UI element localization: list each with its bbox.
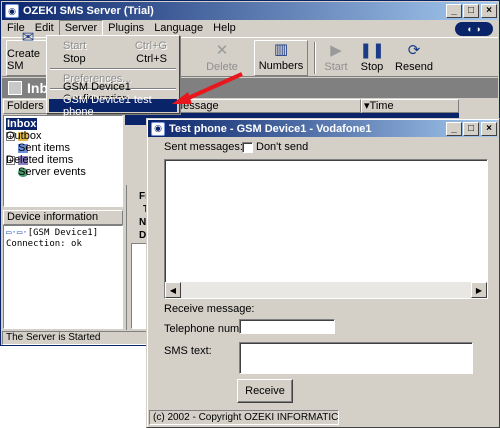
test-phone-dialog: ◉ Test phone - GSM Device1 - Vodafone1 _… bbox=[146, 118, 500, 428]
resend-button[interactable]: ⟳ Resend bbox=[394, 40, 434, 76]
dont-send-label: Don't send bbox=[256, 141, 309, 153]
delete-icon: ✕ bbox=[215, 42, 229, 59]
stop-button[interactable]: ❚❚ Stop bbox=[356, 40, 388, 76]
column-message[interactable]: Message bbox=[171, 99, 361, 113]
device-connection: Connection: ok bbox=[6, 239, 82, 249]
sms-text-input[interactable] bbox=[239, 342, 473, 374]
numbers-button[interactable]: ▥ Numbers bbox=[254, 40, 308, 76]
app-icon: ◉ bbox=[5, 4, 19, 18]
resend-icon: ⟳ bbox=[407, 42, 421, 59]
server-menu-dropdown: Start Ctrl+G Stop Ctrl+S Preferences... … bbox=[46, 35, 180, 118]
scroll-left-icon[interactable]: ◀ bbox=[165, 282, 181, 298]
folder-outbox[interactable]: + Outbox bbox=[6, 130, 41, 142]
telephone-input[interactable] bbox=[239, 319, 335, 334]
dialog-title: Test phone - GSM Device1 - Vodafone1 bbox=[169, 122, 372, 135]
dialog-status-bar: (c) 2002 - Copyright OZEKI INFORMATICS L… bbox=[149, 410, 339, 425]
device-name: [GSM Device1] bbox=[27, 228, 99, 238]
status-bar: The Server is Started bbox=[2, 331, 148, 345]
dont-send-checkbox[interactable] bbox=[242, 142, 253, 153]
menu-item-start[interactable]: Start Ctrl+G bbox=[49, 39, 177, 52]
menu-separator bbox=[50, 68, 176, 70]
create-sms-button[interactable]: ✉ Create SM bbox=[6, 30, 50, 76]
main-titlebar[interactable]: ◉ OZEKI SMS Server (Trial) _ □ × bbox=[2, 2, 498, 20]
sms-text-label: SMS text: bbox=[164, 345, 212, 357]
toolbar-separator bbox=[314, 42, 316, 74]
menu-help[interactable]: Help bbox=[208, 20, 241, 37]
folder-deleted-items[interactable]: + Deleted items bbox=[6, 154, 73, 166]
minimize-button[interactable]: _ bbox=[446, 4, 462, 18]
main-title: OZEKI SMS Server (Trial) bbox=[23, 5, 154, 17]
receive-button[interactable]: Receive bbox=[237, 379, 293, 403]
pause-icon: ❚❚ bbox=[359, 42, 385, 59]
envelope-icon: ✉ bbox=[21, 29, 35, 46]
ozeki-logo: ◐ ◑ bbox=[455, 22, 493, 36]
receive-message-label: Receive message: bbox=[164, 303, 255, 315]
menu-item-stop[interactable]: Stop Ctrl+S bbox=[49, 52, 177, 65]
start-button[interactable]: ▶ Start bbox=[320, 40, 352, 76]
book-icon: ▥ bbox=[273, 41, 289, 58]
device-icon: ▭·▭· bbox=[6, 228, 28, 238]
app-icon: ◉ bbox=[151, 121, 165, 136]
delete-button[interactable]: ✕ Delete bbox=[200, 40, 244, 76]
folder-inbox[interactable]: Inbox bbox=[6, 118, 38, 130]
column-time[interactable]: ▾Time bbox=[361, 99, 459, 113]
play-icon: ▶ bbox=[330, 42, 342, 59]
folder-server-events[interactable]: Server events bbox=[18, 166, 86, 178]
maximize-button[interactable]: □ bbox=[463, 4, 479, 18]
dialog-minimize-button[interactable]: _ bbox=[446, 122, 462, 136]
sent-messages-box[interactable] bbox=[164, 159, 488, 299]
close-button[interactable]: × bbox=[481, 4, 497, 18]
dialog-maximize-button[interactable]: □ bbox=[463, 122, 479, 136]
horizontal-scrollbar[interactable]: ◀ ▶ bbox=[165, 282, 487, 298]
folder-tree: Inbox + Outbox Sent items + Deleted item… bbox=[3, 115, 123, 207]
device-info-label: Device information bbox=[3, 210, 123, 225]
sent-messages-label: Sent messages: bbox=[164, 141, 243, 153]
device-info-box: ▭·▭·[GSM Device1] Connection: ok bbox=[3, 225, 123, 329]
menu-item-gsm-test-phone[interactable]: GSM Device1 test phone bbox=[49, 94, 177, 118]
dialog-close-button[interactable]: × bbox=[481, 122, 497, 136]
dialog-titlebar[interactable]: ◉ Test phone - GSM Device1 - Vodafone1 _… bbox=[148, 120, 498, 137]
inbox-icon bbox=[8, 81, 22, 95]
scroll-right-icon[interactable]: ▶ bbox=[471, 282, 487, 298]
folder-sent-items[interactable]: Sent items bbox=[18, 142, 70, 154]
